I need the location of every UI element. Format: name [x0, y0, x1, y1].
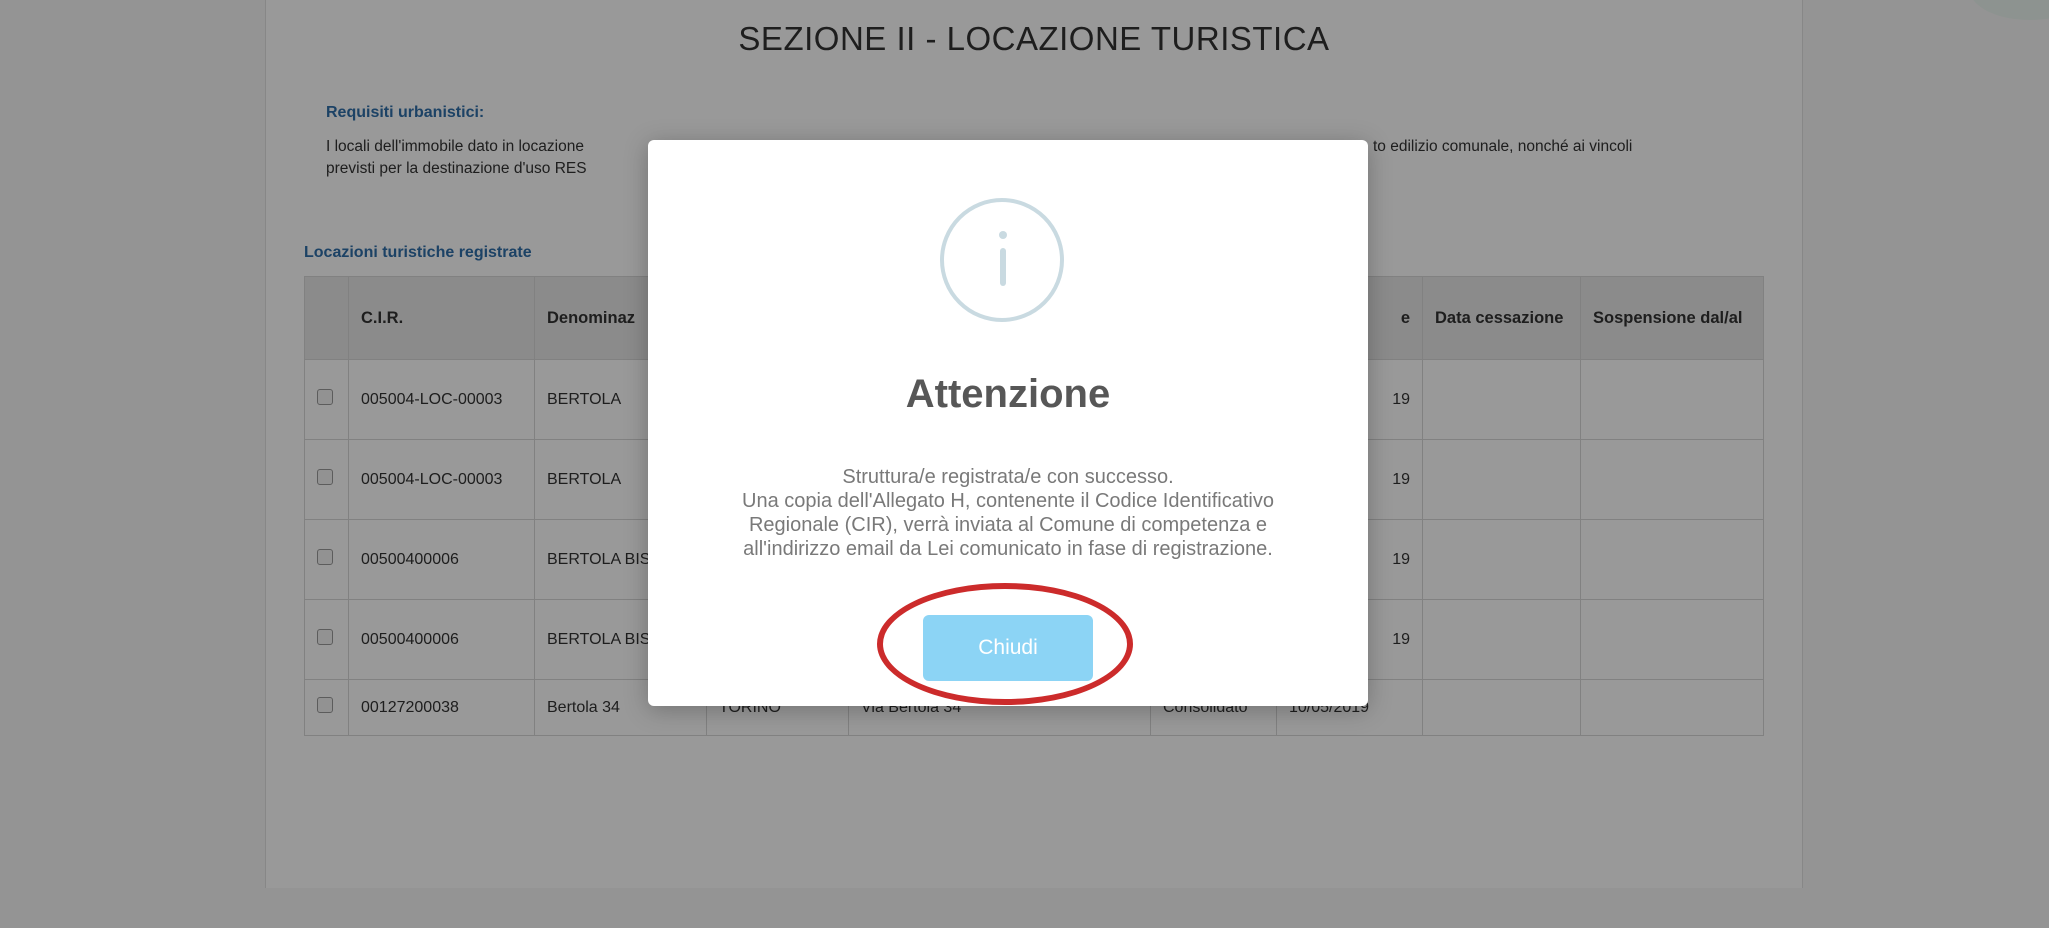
highlight-annotation	[877, 583, 1133, 705]
modal-message: Struttura/e registrata/e con successo. U…	[668, 465, 1348, 561]
modal-title: Attenzione	[905, 372, 1111, 416]
modal-message-line: Struttura/e registrata/e con successo.	[842, 466, 1174, 488]
modal-message-line: all'indirizzo email da Lei comunicato in…	[743, 538, 1273, 560]
modal-message-line: Una copia dell'Allegato H, contenente il…	[742, 490, 1274, 512]
info-icon	[940, 198, 1064, 322]
modal-message-line: Regionale (CIR), verrà inviata al Comune…	[748, 514, 1268, 536]
